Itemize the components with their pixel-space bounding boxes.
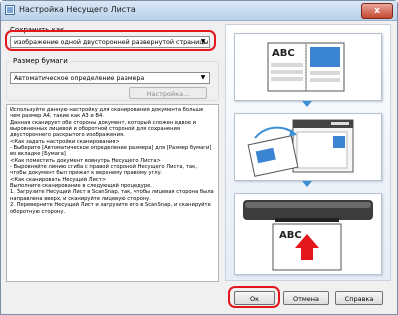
description-line: - Выровняйте линию сгиба с правой сторон… xyxy=(10,164,199,177)
chevron-down-icon: ▼ xyxy=(200,74,206,81)
illustration-carrier xyxy=(234,113,382,181)
description-box[interactable]: Используйте данную настройку для сканиро… xyxy=(6,104,219,282)
save-as-value: изображение одной двусторонней развернут… xyxy=(14,39,209,46)
window-title: Настройка Несущего Листа xyxy=(19,5,136,14)
paper-size-label: Размер бумаги xyxy=(11,57,70,65)
app-icon xyxy=(5,5,15,15)
description-line: 1. Загрузите Несущий Лист в ScanSnap, та… xyxy=(10,189,216,202)
dialog-window: Настройка Несущего Листа x Сохранить как… xyxy=(0,0,398,315)
description-line: 2. Переверните Несущий Лист и загрузите … xyxy=(10,202,213,215)
chevron-down-icon: ▼ xyxy=(200,38,206,45)
title-bar: Настройка Несущего Листа x xyxy=(1,1,397,21)
illustration-scanner: ABC xyxy=(234,193,382,275)
page-label: ABC xyxy=(279,230,302,241)
description-line: Используйте данную настройку для сканиро… xyxy=(10,107,205,120)
save-as-select[interactable]: изображение одной двусторонней развернут… xyxy=(10,36,210,48)
arrow-down-icon xyxy=(302,101,312,107)
cancel-button[interactable]: Отмена xyxy=(283,291,329,305)
description-line: Данная сканирует обе стороны документ, к… xyxy=(10,119,198,139)
description-line: - Выберите [Автоматическое определение р… xyxy=(10,145,214,158)
paper-size-value: Автоматическое определение размера xyxy=(14,75,145,82)
help-button[interactable]: Справка xyxy=(335,291,383,305)
illustration-panel: ABC ABC xyxy=(225,24,391,281)
ok-button[interactable]: Ок xyxy=(234,291,275,305)
illustration-pages: ABC xyxy=(234,33,382,101)
settings-button[interactable]: Настройка... xyxy=(129,87,207,99)
page-label: ABC xyxy=(272,48,295,59)
close-button[interactable]: x xyxy=(361,3,393,19)
arrow-down-icon xyxy=(302,181,312,187)
paper-size-select[interactable]: Автоматическое определение размера ▼ xyxy=(10,72,210,84)
